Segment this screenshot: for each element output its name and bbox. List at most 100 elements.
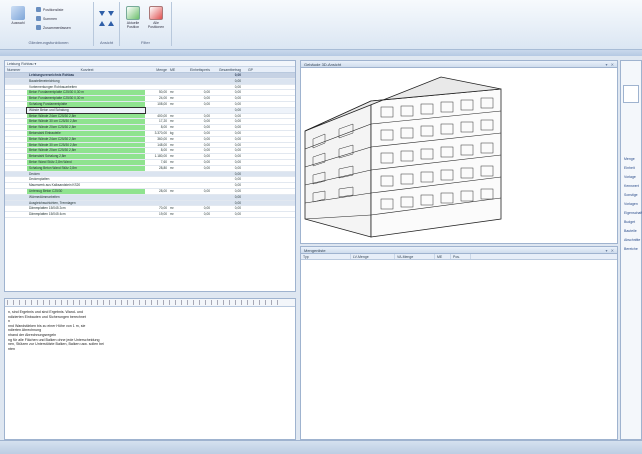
row-total-cell: 0,00 bbox=[234, 84, 241, 89]
lv-table-panel: Leistung Rohbau ▾ Nummer Kurztext Menge … bbox=[4, 60, 296, 292]
row-unit-cell: m² bbox=[170, 90, 174, 95]
table-row[interactable]: Dämmplatten 15/045 4cm 19,00 m² 0,00 0,00 bbox=[5, 212, 295, 218]
row-number-cell bbox=[5, 108, 27, 113]
editor-content[interactable]: n, sind Ergebnis und sind Ergebnis. Wand… bbox=[5, 307, 295, 354]
row-text-cell: Beton Wände 30 cm C25/30 2,8m bbox=[27, 142, 145, 148]
col-header-gp[interactable]: GP bbox=[243, 67, 255, 72]
ribbon-group-gliederung: Auswahl Positionsliste Summen Zusammenfa… bbox=[4, 2, 94, 46]
row-unit-cell: m² bbox=[170, 206, 174, 211]
row-unit-cell: m² bbox=[170, 96, 174, 101]
property-item[interactable]: Menge bbox=[624, 157, 635, 161]
row-unit-cell: m² bbox=[170, 113, 174, 118]
3d-viewport[interactable] bbox=[301, 69, 617, 243]
ribbon-group-ansicht: Ansicht bbox=[94, 2, 120, 46]
row-number-cell bbox=[5, 154, 27, 159]
row-ep-cell: 0,00 bbox=[203, 125, 210, 130]
row-text-cell: Unterzug Beton C25/30 bbox=[27, 188, 145, 194]
panel-controls-icon[interactable]: ▾ ✕ bbox=[606, 61, 615, 68]
panel-controls-icon[interactable]: ▾ ✕ bbox=[606, 247, 615, 254]
row-qty-cell: 24,00 bbox=[159, 96, 167, 101]
row-qty-cell: 17,20 bbox=[159, 119, 167, 124]
row-text-cell: Beton Fundamentplatte C25/30 0,30 m bbox=[27, 90, 145, 96]
col-header-me[interactable]: ME bbox=[169, 67, 181, 72]
row-total-cell: 0,00 bbox=[234, 188, 241, 193]
ruler[interactable] bbox=[5, 299, 295, 307]
row-ep-cell bbox=[181, 73, 213, 78]
property-item[interactable]: Einheit bbox=[624, 166, 635, 170]
property-item[interactable]: Eigenschaften bbox=[624, 211, 642, 215]
row-ep-cell: 0,00 bbox=[203, 90, 210, 95]
row-ep-cell bbox=[181, 108, 213, 113]
property-item[interactable]: Vorlage bbox=[624, 175, 636, 179]
row-total-cell: 0,00 bbox=[234, 165, 241, 170]
row-qty-cell: 400,00 bbox=[157, 113, 167, 118]
ribbon-group-filter: Aktuelle Position Alle Positionen Filter bbox=[120, 2, 172, 46]
property-item[interactable]: Bauteile bbox=[624, 229, 637, 233]
col-header-gb[interactable]: Gesamtbetrag bbox=[213, 67, 243, 72]
row-total-cell: 0,00 bbox=[234, 78, 241, 83]
status-bar bbox=[0, 440, 642, 454]
row-gp-cell bbox=[243, 201, 255, 206]
auswahl-button[interactable]: Auswahl bbox=[8, 6, 28, 34]
viewport-panel: Gebäude 3D-Ansicht ▾ ✕ bbox=[300, 60, 618, 244]
row-number-cell bbox=[5, 160, 27, 165]
row-gp-cell bbox=[243, 166, 255, 171]
col-header-nummer[interactable]: Nummer bbox=[5, 67, 27, 72]
property-item[interactable]: Budget bbox=[624, 220, 635, 224]
row-number-cell bbox=[5, 206, 27, 211]
row-number-cell bbox=[5, 189, 27, 194]
col-header-ep[interactable]: Einheitspreis bbox=[181, 67, 213, 72]
row-text-cell: Beton Wände 24cm C25/30 2,8m bbox=[27, 113, 145, 119]
row-total-cell: 0,00 bbox=[234, 212, 241, 217]
row-number-cell bbox=[5, 177, 27, 182]
property-item[interactable]: Abschnitte bbox=[624, 238, 640, 242]
row-unit-cell: m² bbox=[170, 165, 174, 170]
properties-box bbox=[623, 85, 639, 103]
filter-all-button[interactable]: Alle Positionen bbox=[146, 6, 166, 34]
row-number-cell bbox=[5, 131, 27, 136]
col-header-pos[interactable]: Pos. bbox=[451, 254, 471, 259]
filter-dropdown[interactable]: Leistung Rohbau bbox=[7, 62, 33, 66]
col-header-va-menge[interactable]: VA-Menge bbox=[395, 254, 435, 259]
row-number-cell bbox=[5, 195, 27, 200]
row-text-cell: Wände Beton und Schalung bbox=[26, 106, 146, 114]
row-text-cell: Betonstahl Schalung 2,8m bbox=[27, 154, 145, 159]
row-qty-cell: 3.370,00 bbox=[154, 130, 167, 135]
row-unit-cell bbox=[169, 177, 181, 182]
filter-icon bbox=[126, 6, 140, 20]
col-header-typ[interactable]: Typ bbox=[301, 254, 351, 259]
building-model[interactable] bbox=[301, 69, 617, 243]
row-gp-cell bbox=[243, 212, 255, 217]
row-number-cell bbox=[5, 114, 27, 119]
app-window: Auswahl Positionsliste Summen Zusammenfa… bbox=[0, 0, 642, 454]
col-header-menge[interactable]: Menge bbox=[145, 67, 169, 72]
select-icon bbox=[11, 6, 25, 20]
row-number-cell bbox=[5, 212, 27, 217]
view-arrows-icon[interactable] bbox=[98, 8, 116, 30]
summen-button[interactable]: Summen bbox=[36, 15, 57, 22]
col-header-me[interactable]: ME bbox=[435, 254, 451, 259]
row-qty-cell bbox=[145, 177, 169, 182]
col-header-lv-menge[interactable]: LV-Menge bbox=[351, 254, 395, 259]
zusammenfassen-button[interactable]: Zusammenfassen bbox=[36, 24, 71, 31]
row-text-cell: Leistungsverzeichnis Rohbau bbox=[29, 73, 75, 77]
row-text-cell: Deckenplatten bbox=[29, 177, 50, 182]
property-item[interactable]: Vorlagen bbox=[624, 202, 638, 206]
row-gp-cell bbox=[243, 119, 255, 124]
row-unit-cell bbox=[169, 183, 181, 188]
row-qty-cell: 1.180,00 bbox=[154, 154, 167, 159]
row-gp-cell bbox=[243, 160, 255, 165]
row-unit-cell bbox=[169, 85, 181, 90]
row-number-cell bbox=[5, 143, 27, 148]
property-item[interactable]: Bereiche bbox=[624, 247, 638, 251]
row-qty-cell: 28,00 bbox=[159, 188, 167, 193]
row-gp-cell bbox=[243, 183, 255, 188]
col-header-kurztext[interactable]: Kurztext bbox=[27, 67, 145, 72]
row-text-cell: Beton Wände 24cm C25/30 2,8m bbox=[27, 136, 145, 142]
row-qty-cell: 19,00 bbox=[159, 212, 167, 217]
property-item[interactable]: Kennwert bbox=[624, 184, 639, 188]
property-item[interactable]: Sonstige bbox=[624, 193, 638, 197]
filter-current-button[interactable]: Aktuelle Position bbox=[123, 6, 143, 34]
row-gp-cell bbox=[243, 148, 255, 153]
positionsliste-button[interactable]: Positionsliste bbox=[36, 6, 63, 13]
